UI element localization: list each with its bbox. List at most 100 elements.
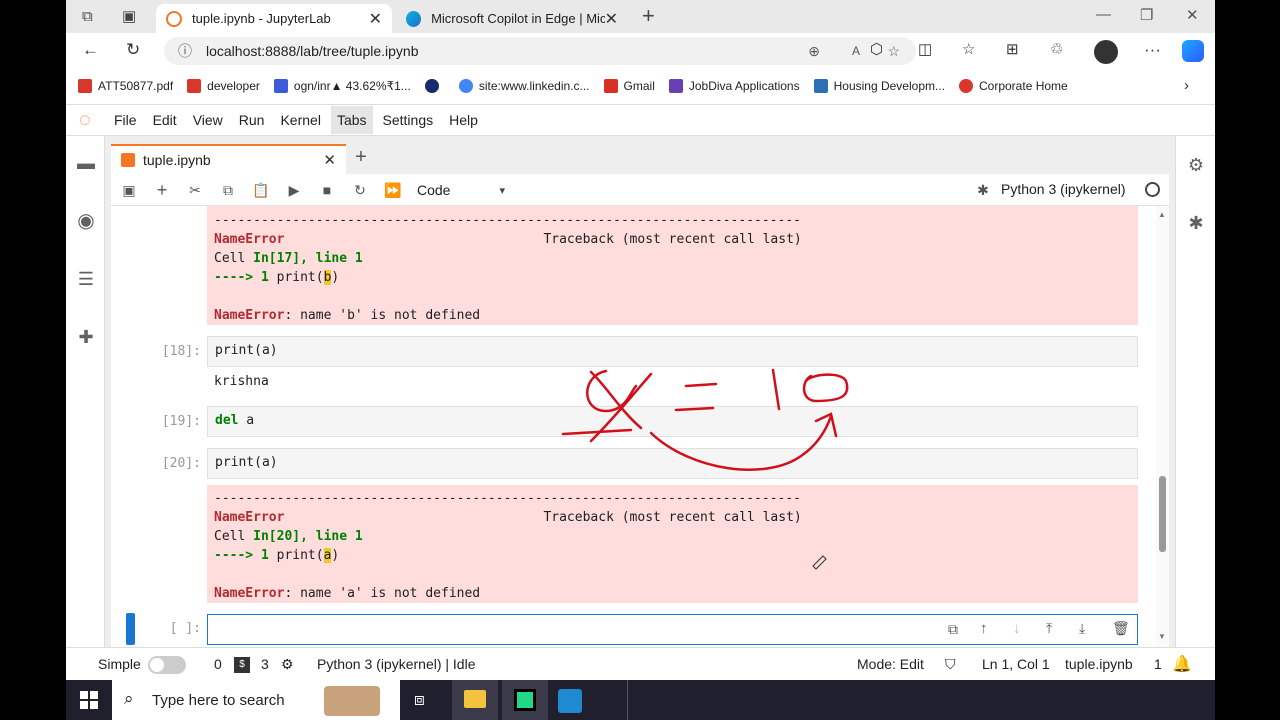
menu-help[interactable]: Help (443, 106, 484, 134)
save-icon[interactable]: ▣ (119, 180, 139, 200)
copilot-icon[interactable] (1182, 40, 1204, 62)
favorites-icon[interactable]: ☆ (962, 40, 975, 58)
running-kernels-icon[interactable]: ◉ (75, 210, 97, 232)
annotation-stroke (684, 382, 718, 388)
new-tab-button[interactable]: + (642, 3, 655, 29)
profile-avatar[interactable] (1094, 40, 1118, 64)
stop-icon[interactable]: ■ (317, 180, 337, 200)
notebook-scrollbar[interactable]: ▲ ▼ (1156, 206, 1169, 647)
browser-tab-copilot[interactable]: Microsoft Copilot in Edge | Micro ✕ (396, 4, 628, 33)
annotation-stroke (771, 368, 781, 411)
menu-view[interactable]: View (187, 106, 229, 134)
read-aloud-icon[interactable]: A (852, 44, 860, 58)
menu-file[interactable]: File (108, 106, 143, 134)
screen-border-right (1215, 0, 1280, 680)
restart-icon[interactable]: ↻ (350, 180, 370, 200)
screen-border-left (0, 0, 66, 680)
folder-icon[interactable]: ▬ (75, 152, 97, 174)
notebook-tab[interactable]: tuple.ipynb ✕ (111, 144, 346, 174)
menu-tabs[interactable]: Tabs (330, 106, 373, 134)
pdf-icon (78, 79, 92, 93)
menu-settings[interactable]: Settings (377, 106, 440, 134)
bookmark-att-pdf[interactable]: ATT50877.pdf (78, 79, 173, 93)
shield-icon[interactable]: ⛉ (945, 656, 956, 673)
split-screen-icon[interactable]: ◫ (918, 40, 932, 58)
notebook-panel: tuple.ipynb ✕ + ▣ + ✂ ⧉ 📋 ▶ ■ ↻ ⏩ Code ▾ (111, 142, 1169, 647)
simple-mode-toggle[interactable] (148, 656, 186, 674)
extensions-puzzle-icon[interactable]: ✚ (75, 326, 97, 348)
bookmark-ogn-inr[interactable]: ogn/inr▲ 43.62%₹1... (273, 79, 411, 93)
annotation-stroke (802, 373, 849, 403)
bookmark-corporate-home[interactable]: Corporate Home (959, 79, 1068, 93)
fast-forward-icon[interactable]: ⏩ (383, 180, 403, 200)
scroll-down-icon[interactable]: ▼ (1158, 632, 1166, 641)
address-row: ← ↻ ⓘ localhost:8888/lab/tree/tuple.ipyn… (66, 33, 1215, 69)
extensions-icon[interactable]: ⬡ (870, 40, 883, 58)
more-menu-icon[interactable]: ··· (1144, 40, 1161, 60)
menu-kernel[interactable]: Kernel (274, 106, 326, 134)
table-of-contents-icon[interactable]: ☰ (75, 268, 97, 290)
task-view-icon[interactable]: ⧈ (414, 690, 425, 710)
cursor-position[interactable]: Ln 1, Col 1 (982, 656, 1050, 672)
edge-icon (406, 10, 422, 27)
windows-start-icon[interactable] (80, 691, 98, 709)
back-icon[interactable]: ← (82, 40, 99, 60)
kernel-status-text[interactable]: Python 3 (ipykernel) | Idle (317, 656, 476, 672)
menu-edit[interactable]: Edit (147, 106, 183, 134)
run-icon[interactable]: ▶ (284, 180, 304, 200)
terminal-count: 0 (214, 656, 222, 672)
performance-icon[interactable]: ♲ (1050, 40, 1063, 58)
bookmark-developer[interactable]: developer (187, 79, 260, 93)
info-icon[interactable]: ⓘ (178, 41, 192, 61)
bookmark-gear[interactable] (424, 79, 445, 93)
close-window-icon[interactable]: ✕ (1186, 6, 1199, 24)
jupyter-main-area: ▬ ◉ ☰ ✚ tuple.ipynb ✕ + ▣ + ✂ ⧉ 📋 ▶ ■ ↻ … (66, 136, 1215, 647)
menu-run[interactable]: Run (233, 106, 271, 134)
new-launcher-button[interactable]: + (348, 144, 374, 170)
terminal-icon[interactable]: $ (234, 657, 250, 673)
bookmark-jobdiva[interactable]: JobDiva Applications (668, 79, 800, 93)
cell-type-select[interactable]: Code ▾ (413, 179, 505, 201)
jobdiva-icon (668, 79, 683, 93)
property-inspector-icon[interactable]: ⚙ (1185, 154, 1207, 176)
notification-count: 1 (1154, 656, 1162, 672)
kernel-gear-icon[interactable]: ⚙ (281, 656, 294, 673)
debugger-sidebar-icon[interactable]: ✱ (1185, 212, 1207, 234)
taskbar-search[interactable]: ⌕ Type here to search (112, 680, 400, 720)
bookmark-housing[interactable]: Housing Developm... (813, 79, 945, 93)
tab-actions-icon[interactable]: ▣ (122, 7, 136, 25)
copy-icon[interactable]: ⧉ (218, 180, 238, 200)
paste-icon[interactable]: 📋 (251, 180, 271, 200)
jupyter-logo-icon: ◌ (79, 108, 91, 131)
close-tab-icon[interactable]: ✕ (369, 9, 382, 29)
zoom-icon[interactable]: ⊕ (808, 43, 820, 60)
kernel-name[interactable]: Python 3 (ipykernel) (1001, 181, 1126, 197)
browser-tab-jupyter[interactable]: tuple.ipynb - JupyterLab ✕ (156, 4, 392, 33)
restore-icon[interactable]: ❐ (1140, 6, 1153, 24)
pycharm-app[interactable] (502, 680, 548, 720)
address-bar[interactable]: ⓘ localhost:8888/lab/tree/tuple.ipynb ⊕ … (164, 37, 916, 65)
minimize-icon[interactable]: — (1096, 6, 1111, 23)
notebook-tab-bar: tuple.ipynb ✕ + (111, 142, 1169, 174)
pdf-icon (187, 79, 202, 93)
refresh-icon[interactable]: ↻ (126, 40, 140, 60)
bookmark-linkedin-search[interactable]: site:www.linkedin.c... (458, 79, 590, 93)
collections-icon[interactable]: ⊞ (1006, 40, 1019, 58)
chart-icon (273, 79, 288, 93)
file-explorer-app[interactable] (452, 680, 498, 720)
close-tab-icon[interactable]: ✕ (605, 9, 618, 29)
insert-cell-icon[interactable]: + (152, 180, 172, 200)
scrollbar-thumb[interactable] (1159, 476, 1166, 552)
favorite-star-icon[interactable]: ☆ (887, 43, 900, 60)
browser-window: ⧉ ▣ tuple.ipynb - JupyterLab ✕ Microsoft… (66, 0, 1215, 680)
vscode-app[interactable] (558, 689, 582, 713)
chevron-right-icon[interactable]: › (1184, 77, 1189, 94)
cut-icon[interactable]: ✂ (185, 180, 205, 200)
bell-icon[interactable]: 🔔 (1172, 654, 1192, 674)
close-notebook-icon[interactable]: ✕ (323, 151, 336, 169)
scroll-up-icon[interactable]: ▲ (1158, 210, 1166, 219)
debugger-icon[interactable]: ✱ (973, 180, 993, 200)
corporate-icon (959, 79, 973, 93)
workspaces-icon[interactable]: ⧉ (82, 8, 93, 25)
bookmark-gmail[interactable]: Gmail (603, 79, 655, 93)
